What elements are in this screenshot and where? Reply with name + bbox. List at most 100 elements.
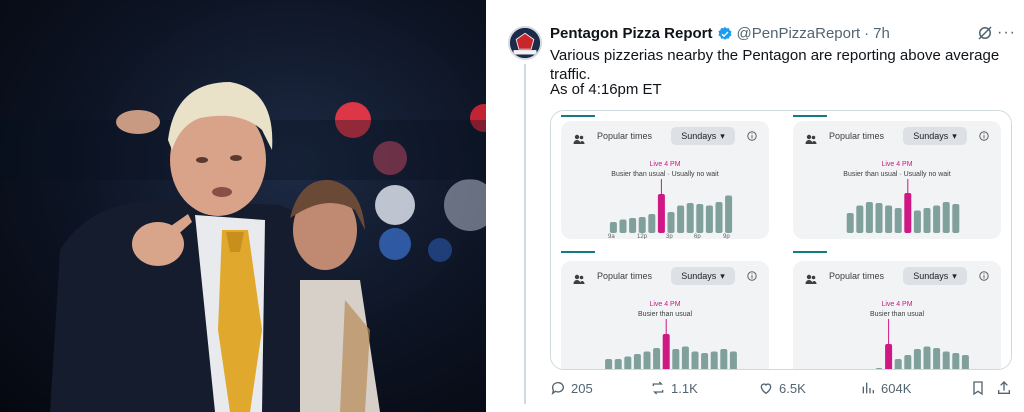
hour-bar — [894, 359, 902, 369]
hour-bar — [961, 355, 969, 369]
verified-badge-icon — [717, 26, 731, 40]
hour-bar — [715, 202, 723, 233]
hour-bar — [653, 348, 661, 369]
hour-bar — [856, 205, 864, 233]
heart-icon — [760, 383, 772, 395]
live-bar — [885, 344, 893, 369]
hour-bar — [923, 346, 931, 369]
hour-bar — [952, 204, 960, 233]
tab-accent — [561, 115, 595, 117]
hour-bar — [729, 351, 737, 369]
hour-bar — [638, 217, 646, 233]
bookmark-button[interactable] — [970, 380, 986, 396]
hour-bar — [643, 351, 651, 369]
popular-times-chart — [609, 179, 733, 233]
hour-bar — [633, 354, 641, 369]
hour-tick-label: 3p — [666, 234, 673, 239]
hour-bar — [942, 202, 950, 233]
popular-times-panel[interactable]: Popular times Sundays ▾ Live 4 PM Busier tha… — [551, 111, 779, 239]
hour-bar — [952, 353, 960, 369]
popular-times-card: Popular times Sundays ▾ Live 4 PM Busier tha… — [793, 121, 1001, 239]
more-options-icon[interactable]: ··· — [997, 24, 1016, 42]
popular-times-card: Popular times Sundays ▾ Live 4 PM Busier tha… — [561, 261, 769, 369]
repost-button[interactable]: 1.1K — [650, 380, 698, 396]
like-button[interactable]: 6.5K — [758, 380, 806, 396]
hour-bar — [677, 205, 685, 233]
pentagon-logo-icon — [510, 28, 540, 58]
grok-icon[interactable] — [976, 24, 994, 42]
views-chart-icon — [862, 382, 874, 394]
tab-accent — [793, 251, 827, 253]
hour-bar — [875, 368, 883, 369]
popular-times-chart — [875, 319, 969, 369]
thread-line — [524, 64, 526, 404]
hour-bar — [710, 351, 718, 369]
bookmark-icon — [973, 381, 983, 396]
hour-bar — [933, 205, 941, 233]
like-count: 6.5K — [779, 380, 806, 396]
hour-bar — [923, 208, 931, 233]
hour-bar — [681, 346, 689, 369]
hour-bar — [894, 208, 902, 233]
popular-times-card: Popular times Sundays ▾ Live 4 PM Busier tha… — [793, 261, 1001, 369]
hour-bar — [904, 355, 912, 369]
tweet[interactable]: Pentagon Pizza Report @PenPizzaReport · … — [496, 0, 1024, 412]
hour-bar — [696, 204, 704, 233]
popular-times-chart — [846, 179, 960, 233]
hour-bar — [720, 349, 728, 369]
popular-times-card: Popular times Sundays ▾ Live 4 PM Busier tha… — [561, 121, 769, 239]
repost-count: 1.1K — [671, 380, 698, 396]
hour-bar — [942, 351, 950, 369]
hour-tick-label: 9p — [723, 234, 730, 239]
hour-bar — [672, 349, 680, 369]
hour-bar — [933, 348, 941, 369]
hour-bar — [875, 203, 883, 233]
handle[interactable]: @PenPizzaReport — [737, 25, 861, 42]
share-button[interactable] — [996, 380, 1012, 396]
hour-bar — [691, 351, 699, 369]
hour-bar — [614, 359, 622, 369]
tweet-actions: 205 1.1K 6.5K 604K — [550, 380, 1016, 402]
popular-times-chart — [605, 319, 737, 369]
live-bar — [662, 334, 670, 369]
hour-bar — [686, 203, 694, 233]
hour-bar — [913, 349, 921, 369]
tweet-header: Pentagon Pizza Report @PenPizzaReport · … — [550, 25, 890, 42]
hour-tick-label: 9a — [608, 234, 615, 239]
hour-bar — [865, 202, 873, 233]
separator-dot: · — [864, 25, 870, 42]
share-icon — [998, 381, 1010, 394]
hour-bar — [846, 213, 854, 233]
popular-times-panel[interactable]: Popular times Sundays ▾ Live 4 PM Busier tha… — [783, 251, 1011, 369]
photo-image — [0, 0, 488, 412]
reply-icon — [551, 382, 564, 395]
tab-accent — [793, 115, 827, 117]
repost-icon — [652, 381, 664, 395]
hour-tick-label: 6p — [694, 234, 701, 239]
popular-times-panel[interactable]: Popular times Sundays ▾ Live 4 PM Busier tha… — [783, 111, 1011, 239]
popular-times-panel[interactable]: Popular times Sundays ▾ Live 4 PM Busier tha… — [551, 251, 779, 369]
hour-bar — [885, 205, 893, 233]
hour-bar — [705, 205, 713, 233]
hour-bar — [725, 195, 733, 233]
hour-bar — [619, 219, 627, 233]
tab-accent — [561, 251, 595, 253]
hour-bar — [629, 218, 637, 233]
hour-bar — [648, 214, 656, 233]
tweet-media[interactable]: Popular times Sundays ▾ Live 4 PM Busier tha… — [550, 110, 1012, 370]
hour-bar — [913, 210, 921, 233]
hour-bar — [624, 356, 632, 369]
reply-count: 205 — [571, 380, 593, 396]
hour-bar — [605, 359, 613, 369]
timestamp[interactable]: 7h — [873, 25, 890, 42]
live-bar — [657, 194, 665, 233]
hour-bar — [609, 222, 617, 233]
reply-button[interactable]: 205 — [550, 380, 593, 396]
display-name[interactable]: Pentagon Pizza Report — [550, 25, 713, 42]
news-photo — [0, 0, 488, 412]
tweet-as-of: As of 4:16pm ET — [550, 81, 662, 98]
tweet-text: Various pizzerias nearby the Pentagon ar… — [550, 47, 1000, 83]
views-button[interactable]: 604K — [860, 380, 911, 396]
live-bar — [904, 193, 912, 233]
avatar[interactable] — [508, 26, 542, 60]
